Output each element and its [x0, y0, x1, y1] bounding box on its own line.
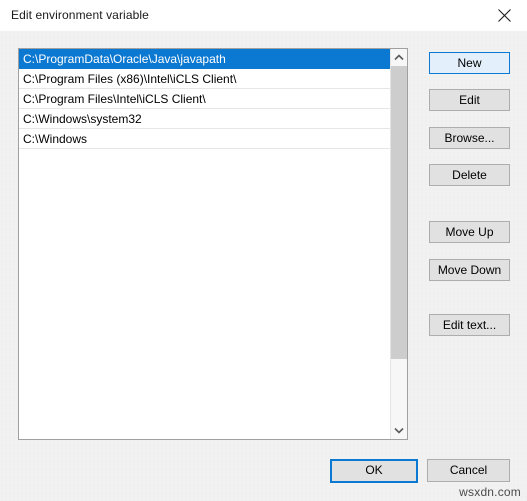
list-item[interactable]: C:\Windows [19, 129, 391, 149]
list-item[interactable]: C:\ProgramData\Oracle\Java\javapath [19, 49, 391, 69]
path-list-box[interactable]: C:\ProgramData\Oracle\Java\javapath C:\P… [18, 48, 408, 440]
title-bar: Edit environment variable [0, 0, 527, 32]
new-button[interactable]: New [429, 52, 510, 74]
edit-button[interactable]: Edit [429, 89, 510, 111]
watermark: wsxdn.com [459, 485, 521, 499]
scroll-up-button[interactable] [391, 49, 407, 66]
delete-button[interactable]: Delete [429, 164, 510, 186]
list-item[interactable]: C:\Program Files\Intel\iCLS Client\ [19, 89, 391, 109]
list-scrollbar[interactable] [390, 49, 407, 439]
dialog-client-area: C:\ProgramData\Oracle\Java\javapath C:\P… [0, 31, 527, 501]
list-item[interactable]: C:\Program Files (x86)\Intel\iCLS Client… [19, 69, 391, 89]
ok-button[interactable]: OK [330, 459, 418, 483]
scroll-down-button[interactable] [391, 422, 407, 439]
move-down-button[interactable]: Move Down [429, 259, 510, 281]
cancel-button[interactable]: Cancel [427, 459, 510, 482]
window-title: Edit environment variable [11, 8, 149, 22]
browse-button[interactable]: Browse... [429, 127, 510, 149]
path-list-items: C:\ProgramData\Oracle\Java\javapath C:\P… [19, 49, 391, 149]
list-item[interactable]: C:\Windows\system32 [19, 109, 391, 129]
edit-environment-variable-dialog: Edit environment variable C:\ProgramData… [0, 0, 527, 501]
move-up-button[interactable]: Move Up [429, 221, 510, 243]
scrollbar-thumb[interactable] [391, 66, 407, 359]
close-button[interactable] [483, 0, 527, 31]
edit-text-button[interactable]: Edit text... [429, 314, 510, 336]
